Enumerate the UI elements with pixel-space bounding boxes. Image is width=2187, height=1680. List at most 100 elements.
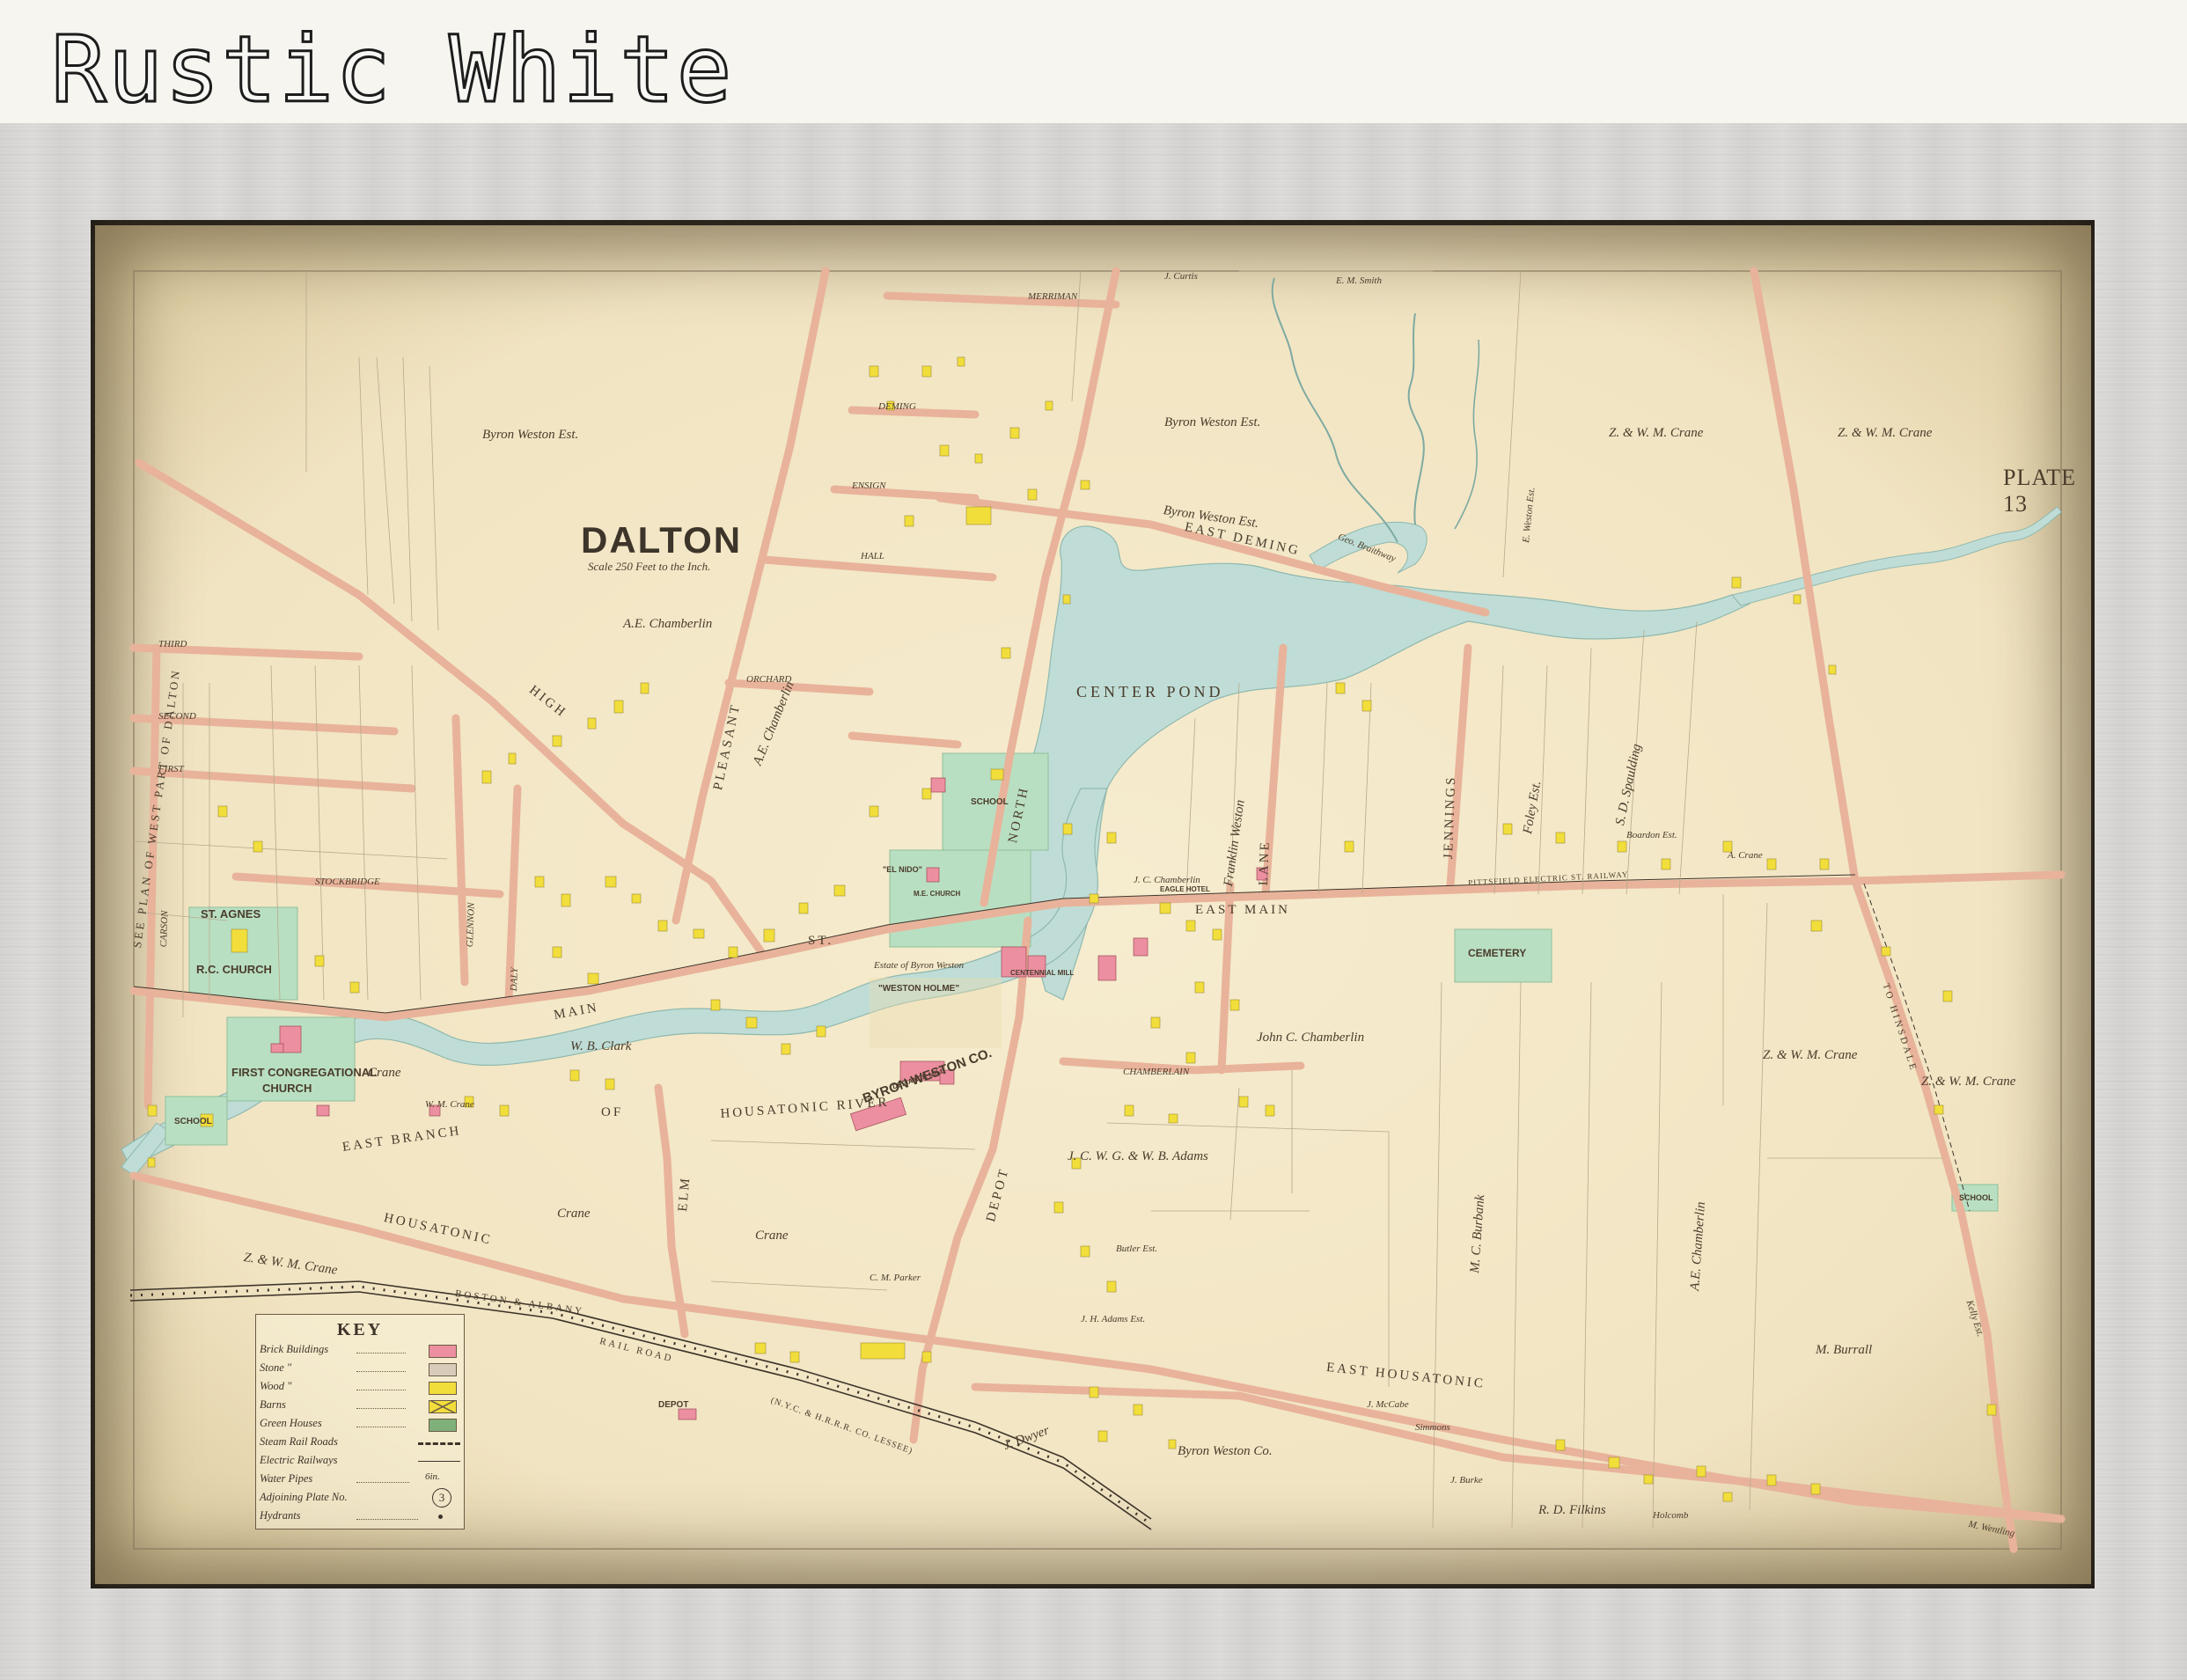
- label-school-east: SCHOOL: [1959, 1193, 1993, 1202]
- label-cm-parker: C. M. Parker: [870, 1273, 921, 1283]
- oliver-st: [848, 731, 962, 749]
- label-ae-chamberlin-1: A.E. Chamberlin: [623, 617, 713, 631]
- label-stockbridge-st: STOCKBRIDGE: [315, 877, 380, 887]
- banner-title: Rustic White: [49, 15, 734, 125]
- label-crane-3: Crane: [368, 1066, 401, 1080]
- hydrant-dot-icon: [438, 1515, 443, 1519]
- label-lane: LANE: [1257, 840, 1273, 886]
- water-pipe-symbol: 6in.: [425, 1471, 440, 1482]
- label-a-crane: A. Crane: [1728, 850, 1763, 861]
- label-ensign-st: ENSIGN: [852, 481, 886, 491]
- label-st-agnes: ST. AGNES: [201, 907, 261, 921]
- label-estate-byron-weston: Estate of Byron Weston: [874, 960, 965, 971]
- key-row-steam-rail: Steam Rail Roads: [260, 1435, 460, 1451]
- label-byron-weston-est-2: Byron Weston Est.: [1164, 415, 1261, 429]
- banner: Rustic White: [0, 0, 2187, 125]
- label-wm-crane: W. M. Crane: [425, 1099, 474, 1110]
- wood-swatch: [429, 1382, 457, 1395]
- map-title: DALTON: [581, 519, 743, 561]
- label-depot-bldg: DEPOT: [658, 1400, 689, 1410]
- label-zwm-crane-4: Z. & W. M. Crane: [1921, 1075, 2016, 1089]
- label-crane-2: Crane: [755, 1229, 789, 1243]
- hall-st: [760, 555, 997, 582]
- merriman-st: [883, 291, 1120, 309]
- label-cemetery: CEMETERY: [1468, 947, 1527, 959]
- label-merriman-st: MERRIMAN: [1028, 291, 1078, 302]
- label-butler-est: Butler Est.: [1116, 1243, 1158, 1254]
- key-row-brick: Brick Buildings: [260, 1343, 460, 1359]
- to-hinsdale: [1851, 877, 2018, 1553]
- label-j-curtis: J. Curtis: [1164, 271, 1198, 282]
- key-row-stone: Stone ": [260, 1361, 460, 1377]
- label-wb-clark: W. B. Clark: [570, 1039, 632, 1053]
- brook-north-2: [1271, 277, 1398, 543]
- label-zwm-crane-2: Z. & W. M. Crane: [1838, 426, 1933, 440]
- label-em-smith: E. M. Smith: [1336, 275, 1382, 286]
- brook-north-3: [1454, 339, 1480, 530]
- key-row-adjoining-plate: Adjoining Plate No. 3: [260, 1488, 460, 1508]
- label-jh-adams-est: J. H. Adams Est.: [1081, 1314, 1146, 1324]
- label-m-burrall: M. Burrall: [1816, 1343, 1873, 1357]
- label-mccabe: J. McCabe: [1367, 1399, 1409, 1410]
- label-boardon-est: Boardon Est.: [1626, 830, 1677, 840]
- label-el-nido: "EL NIDO": [883, 865, 922, 874]
- label-me-church: M.E. CHURCH: [914, 890, 961, 898]
- st-agnes-grounds: [188, 906, 298, 1001]
- key-row-wood: Wood ": [260, 1380, 460, 1396]
- label-carson: CARSON: [158, 910, 171, 948]
- key-title: KEY: [336, 1320, 384, 1339]
- label-east-main: EAST MAIN: [1195, 903, 1290, 917]
- adjoining-plate-circle: 3: [432, 1488, 451, 1508]
- label-crane-1: Crane: [557, 1207, 591, 1221]
- label-chamberlain-ave: CHAMBERLAIN: [1123, 1067, 1190, 1077]
- label-byron-weston-est-1: Byron Weston Est.: [482, 428, 579, 442]
- brick-swatch: [429, 1345, 457, 1358]
- map-scale: Scale 250 Feet to the Inch.: [588, 560, 711, 573]
- label-simmons: Simmons: [1415, 1422, 1450, 1433]
- glennon-ave: [451, 714, 469, 987]
- plate-number: PLATE 13: [2003, 465, 2076, 517]
- label-weston-holme: "WESTON HOLME": [878, 984, 960, 994]
- label-main-st-suffix: ST.: [808, 934, 834, 948]
- label-deming-st: DEMING: [878, 401, 916, 412]
- map-key: KEY Brick Buildings Stone " Wood " Barns…: [255, 1314, 465, 1530]
- label-first-congregational: FIRST CONGREGATIONAL: [231, 1066, 378, 1079]
- label-school-west: SCHOOL: [174, 1117, 212, 1126]
- label-third-st: THIRD: [158, 639, 187, 649]
- pleasant-street: [672, 267, 830, 925]
- label-jennings-ave: JENNINGS: [1442, 774, 1459, 860]
- greenhouse-swatch: [429, 1419, 457, 1432]
- key-row-barns: Barns: [260, 1398, 460, 1414]
- label-of: OF: [601, 1105, 624, 1119]
- label-jc-chamberlin: J. C. Chamberlin: [1134, 875, 1200, 885]
- electric-rail-line: [418, 1461, 460, 1462]
- label-john-c-chamberlin: John C. Chamberlin: [1257, 1031, 1365, 1045]
- key-row-hydrants: Hydrants: [260, 1509, 460, 1525]
- stone-swatch: [429, 1363, 457, 1376]
- key-row-greenhouses: Green Houses: [260, 1417, 460, 1433]
- label-zwm-crane-3: Z. & W. M. Crane: [1763, 1048, 1858, 1062]
- label-byron-weston-co-lower: Byron Weston Co.: [1178, 1444, 1273, 1458]
- label-zwm-crane-1: Z. & W. M. Crane: [1609, 426, 1704, 440]
- label-centennial-mill: CENTENNIAL MILL: [1010, 969, 1075, 977]
- key-row-electric-rail: Electric Railways: [260, 1454, 460, 1470]
- label-daly: DALY: [509, 967, 520, 992]
- key-row-water-pipes: Water Pipes 6in.: [260, 1471, 440, 1485]
- steam-rail-line: [418, 1442, 460, 1445]
- brook-east: [1731, 506, 2062, 606]
- brook-north-1: [1407, 312, 1425, 525]
- label-j-burke: J. Burke: [1450, 1475, 1483, 1486]
- label-elm-st: ELM: [676, 1175, 694, 1213]
- label-hall-st: HALL: [861, 551, 884, 561]
- label-glennon: GLENNON: [465, 902, 477, 948]
- label-eagle-hotel: EAGLE HOTEL: [1160, 885, 1210, 893]
- label-rc-church: R.C. CHURCH: [196, 963, 272, 976]
- label-school-north: SCHOOL: [971, 797, 1009, 807]
- label-rd-filkins: R. D. Filkins: [1538, 1503, 1606, 1517]
- hinsdale-rail: [1863, 883, 1971, 1212]
- label-center-pond: CENTER POND: [1076, 683, 1224, 701]
- barn-swatch: [429, 1400, 457, 1413]
- label-jcw-adams: J. C. W. G. & W. B. Adams: [1068, 1149, 1208, 1163]
- label-church: CHURCH: [262, 1082, 312, 1095]
- label-holcomb: Holcomb: [1653, 1510, 1689, 1521]
